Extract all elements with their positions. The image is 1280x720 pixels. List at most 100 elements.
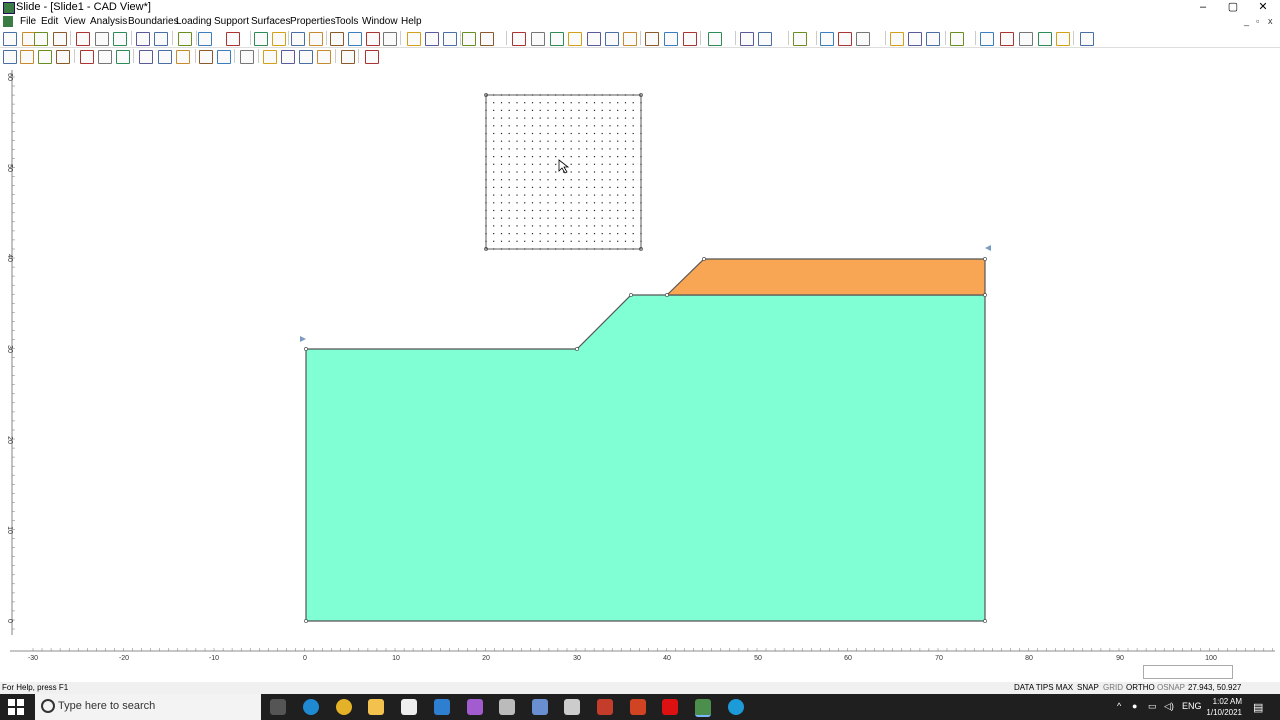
app-drop-icon[interactable] [467, 699, 483, 715]
toolbar-tool-icon[interactable] [20, 50, 34, 64]
menu-properties[interactable]: Properties [290, 16, 336, 27]
material-2-region[interactable] [665, 258, 986, 296]
osnap-toggle[interactable]: OSNAP [1157, 683, 1185, 692]
vertex-marker[interactable] [575, 347, 579, 351]
toolbar-tool-icon[interactable] [154, 32, 168, 46]
toolbar-tool-icon[interactable] [330, 32, 344, 46]
close-button[interactable]: ✕ [1248, 0, 1278, 15]
chrome-icon[interactable] [336, 699, 352, 715]
mdi-minimize-button[interactable]: _ [1244, 16, 1249, 26]
mdi-restore-button[interactable]: ▫ [1256, 16, 1259, 26]
toolbar-tool-icon[interactable] [217, 50, 231, 64]
toolbar-tool-icon[interactable] [443, 32, 457, 46]
app-device-icon[interactable] [564, 699, 580, 715]
toolbar-tool-icon[interactable] [76, 32, 90, 46]
toolbar-tool-icon[interactable] [272, 32, 286, 46]
menu-loading[interactable]: Loading [176, 16, 212, 27]
ortho-toggle[interactable]: ORTHO [1126, 683, 1155, 692]
menu-boundaries[interactable]: Boundaries [128, 16, 179, 27]
mail-icon[interactable] [434, 699, 450, 715]
toolbar-tool-icon[interactable] [116, 50, 130, 64]
menu-surfaces[interactable]: Surfaces [251, 16, 290, 27]
menu-tools[interactable]: Tools [335, 16, 358, 27]
toolbar-tool-icon[interactable] [645, 32, 659, 46]
toolbar-tool-icon[interactable] [3, 50, 17, 64]
toolbar-tool-icon[interactable] [908, 32, 922, 46]
toolbar-tool-icon[interactable] [365, 50, 379, 64]
volume-icon[interactable]: ◁) [1164, 701, 1174, 712]
snap-toggle[interactable]: SNAP [1077, 683, 1099, 692]
tray-app-icon[interactable]: ● [1132, 701, 1137, 711]
toolbar-tool-icon[interactable] [291, 32, 305, 46]
minimize-button[interactable]: – [1188, 0, 1218, 15]
toolbar-tool-icon[interactable] [34, 32, 48, 46]
vertex-marker[interactable] [983, 293, 987, 297]
maximize-button[interactable]: ▢ [1218, 0, 1248, 15]
menu-support[interactable]: Support [214, 16, 249, 27]
tray-chevron-icon[interactable]: ^ [1117, 701, 1121, 711]
toolbar-tool-icon[interactable] [605, 32, 619, 46]
toolbar-tool-icon[interactable] [550, 32, 564, 46]
toolbar-tool-icon[interactable] [740, 32, 754, 46]
menu-help[interactable]: Help [401, 16, 422, 27]
toolbar-tool-icon[interactable] [890, 32, 904, 46]
cad-view[interactable]: -30 -20 -10 0 10 20 30 40 50 60 70 80 90… [0, 65, 1280, 680]
calculator-icon[interactable] [532, 699, 548, 715]
toolbar-tool-icon[interactable] [383, 32, 397, 46]
toolbar-tool-icon[interactable] [98, 50, 112, 64]
menu-file[interactable]: File [20, 16, 36, 27]
document-icon[interactable] [3, 16, 13, 27]
grid-toggle[interactable]: GRID [1103, 683, 1123, 692]
network-icon[interactable]: ▭ [1148, 701, 1157, 712]
toolbar-tool-icon[interactable] [820, 32, 834, 46]
toolbar-tool-icon[interactable] [1000, 32, 1014, 46]
menu-view[interactable]: View [64, 16, 86, 27]
app-red-icon[interactable] [597, 699, 613, 715]
toolbar-tool-icon[interactable] [531, 32, 545, 46]
toolbar-tool-icon[interactable] [341, 50, 355, 64]
toolbar-tool-icon[interactable] [1038, 32, 1052, 46]
toolbar-tool-icon[interactable] [708, 32, 722, 46]
menu-edit[interactable]: Edit [41, 16, 58, 27]
toolbar-tool-icon[interactable] [56, 50, 70, 64]
toolbar-tool-icon[interactable] [623, 32, 637, 46]
vertex-marker[interactable] [304, 619, 308, 623]
slide-taskbar-icon[interactable] [695, 699, 711, 717]
app-blue-icon[interactable] [728, 699, 744, 715]
taskbar-clock[interactable]: 1:02 AM 1/10/2021 [1200, 696, 1242, 718]
toolbar-tool-icon[interactable] [425, 32, 439, 46]
vertex-marker[interactable] [702, 257, 706, 261]
toolbar-tool-icon[interactable] [3, 32, 17, 46]
toolbar-tool-icon[interactable] [838, 32, 852, 46]
toolbar-tool-icon[interactable] [198, 32, 212, 46]
toolbar-tool-icon[interactable] [317, 50, 331, 64]
app-tools-icon[interactable] [499, 699, 515, 715]
edge-icon[interactable] [303, 699, 319, 715]
toolbar-tool-icon[interactable] [348, 32, 362, 46]
toolbar-tool-icon[interactable] [1056, 32, 1070, 46]
data-tips-toggle[interactable]: DATA TIPS MAX [1014, 683, 1073, 692]
vertex-marker[interactable] [304, 347, 308, 351]
acrobat-icon[interactable] [662, 699, 678, 715]
toolbar-tool-icon[interactable] [254, 32, 268, 46]
toolbar-tool-icon[interactable] [512, 32, 526, 46]
toolbar-tool-icon[interactable] [38, 50, 52, 64]
toolbar-tool-icon[interactable] [113, 32, 127, 46]
toolbar-tool-icon[interactable] [176, 50, 190, 64]
vertex-marker[interactable] [665, 293, 669, 297]
toolbar-tool-icon[interactable] [53, 32, 67, 46]
toolbar-tool-icon[interactable] [462, 32, 476, 46]
powerpoint-icon[interactable] [630, 699, 646, 715]
toolbar-tool-icon[interactable] [950, 32, 964, 46]
toolbar-tool-icon[interactable] [664, 32, 678, 46]
taskbar-search-box[interactable]: Type here to search [35, 694, 261, 720]
windows-start-icon[interactable] [8, 699, 24, 715]
toolbar-tool-icon[interactable] [139, 50, 153, 64]
notifications-icon[interactable]: ▤ [1253, 701, 1263, 714]
vertex-marker[interactable] [983, 619, 987, 623]
toolbar-tool-icon[interactable] [793, 32, 807, 46]
toolbar-tool-icon[interactable] [281, 50, 295, 64]
toolbar-tool-icon[interactable] [309, 32, 323, 46]
toolbar-tool-icon[interactable] [178, 32, 192, 46]
toolbar-tool-icon[interactable] [1080, 32, 1094, 46]
